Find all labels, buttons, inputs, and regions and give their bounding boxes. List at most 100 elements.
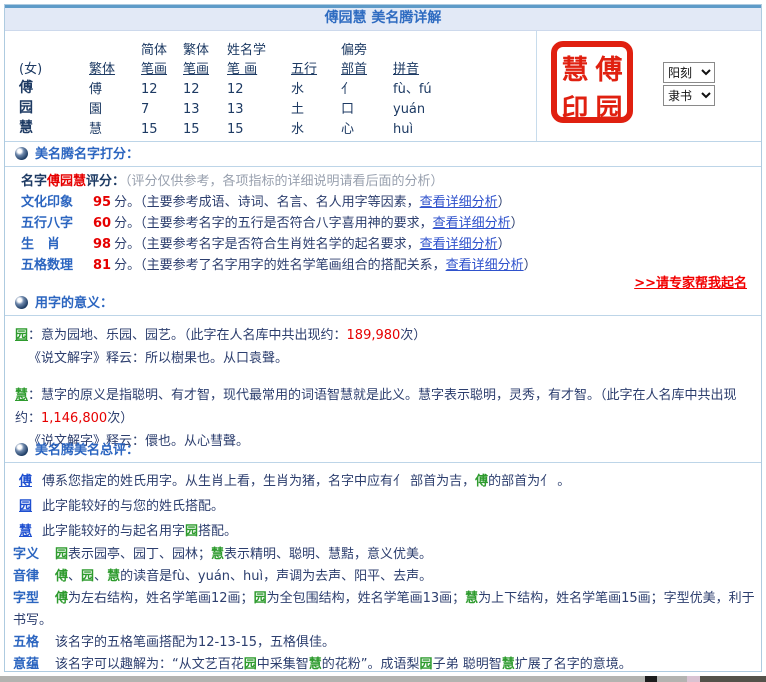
col-traditional-strokes[interactable]: 笔画 xyxy=(183,58,227,77)
text-segment: 傅系您指定的姓氏用字。从生肖上看，生肖为猪，名字中应有亻 部首为吉， xyxy=(42,474,475,489)
detail-analysis-link[interactable]: 查看详细分析 xyxy=(420,237,498,252)
summary-char-row: 园此字能较好的与您的姓氏搭配。 xyxy=(13,494,761,519)
summary-char-link[interactable]: 园 xyxy=(19,499,32,514)
cell-trad-strokes: 13 xyxy=(183,97,227,117)
aspect-row-glyph: 字型傅为左右结构，姓名学笔画12画；园为全包围结构，姓名学笔画13画；慧为上下结… xyxy=(13,588,761,632)
highlight-char-link[interactable]: 慧 xyxy=(502,657,515,672)
highlight-char-link[interactable]: 园 xyxy=(244,657,257,672)
meaning-section-title: 用字的意义： xyxy=(35,296,113,311)
text-segment: 次） xyxy=(107,411,133,426)
summary-section-title: 美名腾美名总评： xyxy=(35,443,139,458)
highlight-char-link[interactable]: 园 xyxy=(254,591,267,606)
table-row: 傅 傅 12 12 12 水 亻 fù、fú xyxy=(19,77,503,97)
cell-radical: 心 xyxy=(341,117,393,137)
name-overview-box: 简体 繁体 姓名学 偏旁 (女) 繁体 笔画 笔画 笔 画 五行 部首 拼音 xyxy=(5,31,761,142)
cell-pinyin: huì xyxy=(393,117,503,137)
cell-wuxing: 水 xyxy=(291,117,341,137)
table-header-bottom-row: (女) 繁体 笔画 笔画 笔 画 五行 部首 拼音 xyxy=(19,58,503,77)
highlight-char-link[interactable]: 园 xyxy=(185,524,198,539)
summary-char-link[interactable]: 傅 xyxy=(19,474,32,489)
cell-pinyin: fù、fú xyxy=(393,77,503,97)
highlight-char-link[interactable]: 园 xyxy=(81,569,94,584)
text-segment: 、 xyxy=(68,569,81,584)
score-value: 81 xyxy=(93,258,111,273)
cell-simp-strokes: 12 xyxy=(141,77,183,97)
score-desc: （主要参考名字是否符合生肖姓名学的起名要求， xyxy=(140,237,420,252)
summary-char-link[interactable]: 慧 xyxy=(19,524,32,539)
meaning-section-header: 用字的意义： xyxy=(5,291,761,316)
meaning-char-link[interactable]: 园 xyxy=(15,328,28,343)
character-info-table: 简体 繁体 姓名学 偏旁 (女) 繁体 笔画 笔画 笔 画 五行 部首 拼音 xyxy=(19,39,503,137)
text-segment: ：意为园地、乐园、园艺。（此字在人名库中共出现约： xyxy=(28,328,347,343)
summary-char-text: 傅系您指定的姓氏用字。从生肖上看，生肖为猪，名字中应有亻 部首为吉，傅的部首为亻… xyxy=(42,474,570,489)
highlight-char-link[interactable]: 慧 xyxy=(309,657,322,672)
seal-char: 慧 xyxy=(562,48,589,87)
cell-trad: 傅 xyxy=(89,77,141,97)
char-link-hui[interactable]: 慧 xyxy=(19,117,89,137)
detail-analysis-link[interactable]: 查看详细分析 xyxy=(446,258,524,273)
char-link-fu[interactable]: 傅 xyxy=(19,77,89,97)
score-label: 五格数理 xyxy=(21,255,93,276)
highlight-char-link[interactable]: 慧 xyxy=(465,591,478,606)
highlight-char-link[interactable]: 慧 xyxy=(211,547,224,562)
cell-wuxing: 土 xyxy=(291,97,341,117)
meaning-section: 用字的意义： 园：意为园地、乐园、园艺。（此字在人名库中共出现约：189,980… xyxy=(5,291,761,438)
aspect-text: 园表示园亭、园丁、园林；慧表示精明、聪明、慧黠，意义优美。 xyxy=(55,547,432,562)
cell-naming-strokes: 12 xyxy=(227,77,291,97)
char-link-yuan[interactable]: 园 xyxy=(19,97,89,117)
highlight-char-link[interactable]: 傅 xyxy=(55,569,68,584)
name-seal-image: 慧 傅 印 园 xyxy=(551,41,633,123)
score-desc-close: ） xyxy=(498,195,511,210)
score-row-culture: 文化印象95分。（主要参考成语、诗词、名言、名人用字等因素，查看详细分析） xyxy=(21,192,761,213)
ask-expert-link[interactable]: >>请专家帮我起名 xyxy=(634,276,747,291)
detail-analysis-link[interactable]: 查看详细分析 xyxy=(420,195,498,210)
table-header-top-row: 简体 繁体 姓名学 偏旁 xyxy=(19,39,503,58)
seal-carve-select[interactable]: 阳刻 xyxy=(663,62,715,83)
text-segment: 该名字可以趣解为：“从文艺百花 xyxy=(55,657,244,672)
score-label: 文化印象 xyxy=(21,192,93,213)
score-unit: 分。 xyxy=(114,195,140,210)
detail-analysis-link[interactable]: 查看详细分析 xyxy=(433,216,511,231)
meaning-section-body: 园：意为园地、乐园、园艺。（此字在人名库中共出现约：189,980次） 《说文解… xyxy=(5,316,761,438)
meaning-line: ：慧字的原义是指聪明、有才智，现代最常用的词语智慧就是此义。慧字表示聪明，灵秀，… xyxy=(15,388,737,426)
col-five-elements[interactable]: 五行 xyxy=(291,58,341,77)
seal-char: 园 xyxy=(596,87,623,126)
intro-name: 傅园慧 xyxy=(47,174,86,189)
score-desc: （主要参考成语、诗词、名言、名人用字等因素， xyxy=(140,195,420,210)
col-traditional-char[interactable]: 繁体 xyxy=(89,58,141,77)
entry-gap xyxy=(15,370,761,384)
aspect-row-wuge: 五格该名字的五格笔画搭配为12-13-15，五格俱佳。 xyxy=(13,632,761,654)
cell-naming-strokes: 15 xyxy=(227,117,291,137)
highlight-char-link[interactable]: 傅 xyxy=(55,591,68,606)
score-section: 美名腾名字打分： 名字傅园慧评分：（评分仅供参考，各项指标的详细说明请看后面的分… xyxy=(5,142,761,291)
score-section-body: 名字傅园慧评分：（评分仅供参考，各项指标的详细说明请看后面的分析） 文化印象95… xyxy=(5,167,761,291)
highlight-char-link[interactable]: 慧 xyxy=(107,569,120,584)
seal-script-select[interactable]: 隶书 xyxy=(663,85,715,106)
cell-simp-strokes: 7 xyxy=(141,97,183,117)
meaning-line: ：意为园地、乐园、园艺。（此字在人名库中共出现约：189,980次） xyxy=(28,328,426,343)
text-segment: 此字能较好的与您的姓氏搭配。 xyxy=(42,499,224,514)
character-table-zone: 简体 繁体 姓名学 偏旁 (女) 繁体 笔画 笔画 笔 画 五行 部首 拼音 xyxy=(5,31,537,141)
col-naming-strokes[interactable]: 笔 画 xyxy=(227,58,291,77)
score-value: 95 xyxy=(93,195,111,210)
text-segment: 为全包围结构，姓名学笔画13画； xyxy=(267,591,466,606)
header-radical-top: 偏旁 xyxy=(341,39,393,58)
highlight-char-link[interactable]: 园 xyxy=(420,657,433,672)
seal-char: 印 xyxy=(562,87,589,126)
globe-icon xyxy=(15,443,28,456)
highlight-char-link[interactable]: 园 xyxy=(55,547,68,562)
score-unit: 分。 xyxy=(114,237,140,252)
col-radical[interactable]: 部首 xyxy=(341,58,393,77)
highlight-char-link[interactable]: 傅 xyxy=(475,474,488,489)
score-intro: 名字傅园慧评分：（评分仅供参考，各项指标的详细说明请看后面的分析） xyxy=(21,171,761,192)
aspect-text: 傅为左右结构，姓名学笔画12画；园为全包围结构，姓名学笔画13画；慧为上下结构，… xyxy=(13,591,755,628)
meaning-char-link[interactable]: 慧 xyxy=(15,388,28,403)
text-segment: 的部首为亻 。 xyxy=(488,474,570,489)
text-segment: 该名字的五格笔画搭配为12-13-15，五格俱佳。 xyxy=(55,635,335,650)
text-segment: 中采集智 xyxy=(257,657,309,672)
aspect-label: 字型 xyxy=(13,588,55,610)
summary-char-text: 此字能较好的与您的姓氏搭配。 xyxy=(42,499,224,514)
col-simplified-strokes[interactable]: 笔画 xyxy=(141,58,183,77)
col-pinyin[interactable]: 拼音 xyxy=(393,58,503,77)
aspect-text: 该名字的五格笔画搭配为12-13-15，五格俱佳。 xyxy=(55,635,335,650)
